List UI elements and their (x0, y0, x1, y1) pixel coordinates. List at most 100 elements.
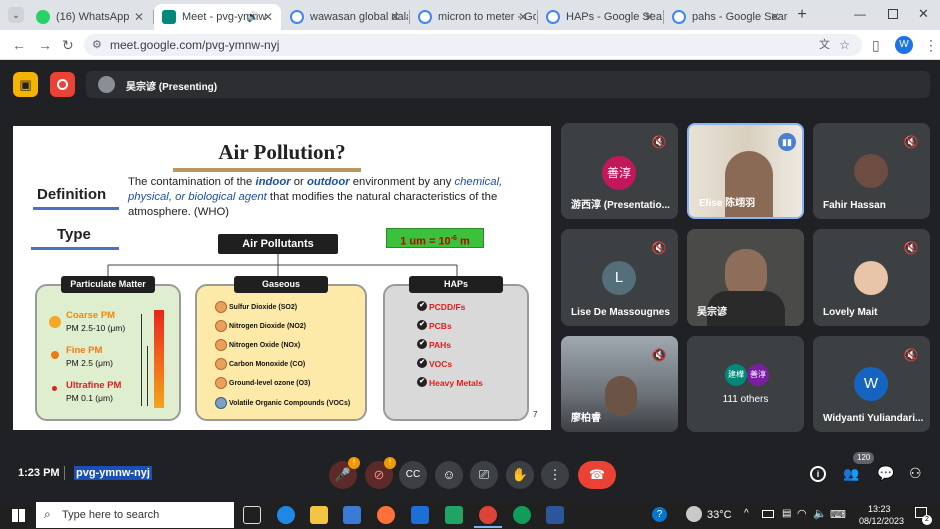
mic-off-icon: 🔇 (651, 135, 667, 149)
gas-item: Nitrogen Oxide (NOx) (215, 339, 300, 351)
tab-search-icon[interactable]: ⌄ (8, 7, 24, 23)
wifi-icon[interactable]: ◠ (797, 507, 807, 520)
gas-item: Nitrogen Dioxide (NO2) (215, 320, 306, 332)
chrome-profile-icon[interactable] (513, 506, 531, 524)
size-arrows-2 (147, 346, 148, 406)
tab-strip: ⌄ (16) WhatsApp ✕ Meet - pvg-ymnw 🔊 ✕ wa… (0, 0, 940, 30)
camera-button[interactable]: ⊘ ! (365, 457, 396, 489)
url-text: meet.google.com/pvg-ymnw-nyj (110, 38, 280, 52)
tab-haps[interactable]: HAPs - Google Searc ✕ (538, 4, 662, 30)
task-view-icon[interactable] (243, 506, 261, 524)
record-button[interactable] (50, 72, 75, 97)
clock-time[interactable]: 13:23 (868, 504, 891, 514)
word-icon[interactable] (546, 506, 564, 524)
whatsapp-icon (36, 10, 50, 24)
clock-date[interactable]: 08/12/2023 (859, 516, 904, 526)
molecule-icon (215, 358, 227, 370)
check-icon: ✔ (417, 358, 427, 368)
close-icon[interactable]: ✕ (770, 10, 780, 24)
participant-name: Lise De Massougnes (571, 307, 670, 318)
temperature[interactable]: 33°C (707, 509, 732, 521)
tab-wawasan[interactable]: wawasan global dala ✕ (282, 4, 408, 30)
raise-hand-button[interactable]: ✋ (506, 461, 534, 489)
tray-chevron-icon[interactable]: ^ (744, 508, 749, 519)
info-icon[interactable]: i (810, 466, 826, 482)
present-button[interactable]: ⎚ (470, 461, 498, 489)
participant-tile[interactable]: 吴宗谚 (687, 229, 804, 326)
translate-icon[interactable]: 文 (819, 34, 830, 56)
participant-tile[interactable]: W 🔇 Widyanti Yuliandari... (813, 336, 930, 432)
haps-item: ✔ PCBs (417, 320, 452, 331)
sidepanel-icon[interactable]: ▯ (872, 30, 880, 60)
search-icon: ⌕ (44, 507, 51, 521)
meeting-separator (64, 466, 65, 480)
battery-icon[interactable] (762, 510, 774, 518)
tab-meet[interactable]: Meet - pvg-ymnw 🔊 ✕ (154, 4, 281, 30)
others-tile[interactable]: 建樺 善淳 111 others (687, 336, 804, 432)
close-icon[interactable]: ✕ (518, 10, 528, 24)
restore-icon[interactable] (888, 9, 898, 19)
volume-icon[interactable]: 🔈 (813, 507, 827, 520)
mail-icon[interactable] (411, 506, 429, 524)
help-icon[interactable]: ? (652, 507, 667, 522)
participant-tile[interactable]: 🔇 廖柏睿 (561, 336, 678, 432)
leave-call-button[interactable]: ☎ (578, 461, 616, 489)
participant-tile[interactable]: ▮▮ Elise 陈翊羽 (687, 123, 804, 219)
check-icon: ✔ (417, 320, 427, 330)
drive-icon[interactable] (445, 506, 463, 524)
participant-tile[interactable]: 🔇 Fahir Hassan (813, 123, 930, 219)
gas-item: Volatile Organic Compounds (VOCs) (215, 397, 350, 409)
site-info-icon[interactable]: ⚙ (92, 34, 102, 56)
google-icon (672, 10, 686, 24)
stop-present-button[interactable]: ▣ (13, 72, 38, 97)
new-tab-button[interactable]: + (793, 6, 811, 24)
captions-button[interactable]: CC (399, 461, 427, 489)
tab-micron[interactable]: micron to meter - Go ✕ (410, 4, 536, 30)
presenter-pill[interactable]: 吴宗谚 (Presenting) (86, 71, 930, 98)
close-icon[interactable]: ✕ (644, 10, 654, 24)
more-options-button[interactable]: ⋮ (541, 461, 569, 489)
close-icon[interactable]: ✕ (134, 10, 144, 24)
participant-name: 廖柏睿 (571, 413, 601, 424)
haps-header: HAPs (409, 276, 503, 293)
chrome-icon[interactable] (479, 506, 497, 524)
participant-tile[interactable]: L 🔇 Lise De Massougnes (561, 229, 678, 326)
close-window-icon[interactable]: ✕ (918, 6, 929, 22)
active-app-underline (474, 526, 502, 528)
start-icon[interactable] (12, 509, 25, 522)
network-icon[interactable]: ▤ (782, 508, 791, 519)
activities-icon[interactable]: ⚇ (909, 465, 922, 482)
minimize-icon[interactable]: — (854, 7, 866, 21)
taskbar-search-box[interactable]: ⌕ Type here to search (36, 502, 234, 528)
reload-icon[interactable]: ↻ (62, 30, 74, 60)
tab-pahs[interactable]: pahs - Google Search ✕ (664, 4, 788, 30)
molecule-icon (215, 301, 227, 313)
mic-button[interactable]: 🎤 ! (329, 457, 360, 489)
check-icon: ✔ (417, 377, 427, 387)
participant-name: Widyanti Yuliandari... (823, 413, 924, 424)
presenter-label: 吴宗谚 (Presenting) (126, 82, 218, 93)
forward-icon[interactable]: → (38, 30, 52, 60)
chat-icon[interactable]: 💬 (877, 465, 894, 482)
people-icon[interactable]: 👥 (843, 466, 859, 482)
close-icon[interactable]: ✕ (390, 10, 400, 24)
edge-icon[interactable] (277, 506, 295, 524)
gas-item: Carbon Monoxide (CO) (215, 358, 305, 370)
participant-tile[interactable]: 善淳 🔇 游西淳 (Presentatio... (561, 123, 678, 219)
bookmark-star-icon[interactable]: ☆ (839, 34, 850, 56)
language-icon[interactable]: ⌨ (830, 508, 846, 521)
emoji-button[interactable]: ☺ (435, 461, 463, 489)
firefox-icon[interactable] (377, 506, 395, 524)
participant-tile[interactable]: 🔇 Lovely Mait (813, 229, 930, 326)
close-icon[interactable]: ✕ (263, 10, 273, 24)
meeting-code[interactable]: pvg-ymnw-nyj (74, 466, 152, 480)
store-icon[interactable] (343, 506, 361, 524)
profile-avatar[interactable]: W (895, 36, 913, 54)
weather-icon[interactable] (686, 506, 702, 522)
back-icon[interactable]: ← (12, 30, 26, 60)
avatar: L (602, 261, 636, 295)
file-explorer-icon[interactable] (310, 506, 328, 524)
menu-icon[interactable]: ⋮ (924, 30, 938, 60)
tab-whatsapp[interactable]: (16) WhatsApp ✕ (28, 4, 152, 30)
address-bar[interactable]: ⚙ meet.google.com/pvg-ymnw-nyj 文 ☆ (84, 34, 862, 56)
